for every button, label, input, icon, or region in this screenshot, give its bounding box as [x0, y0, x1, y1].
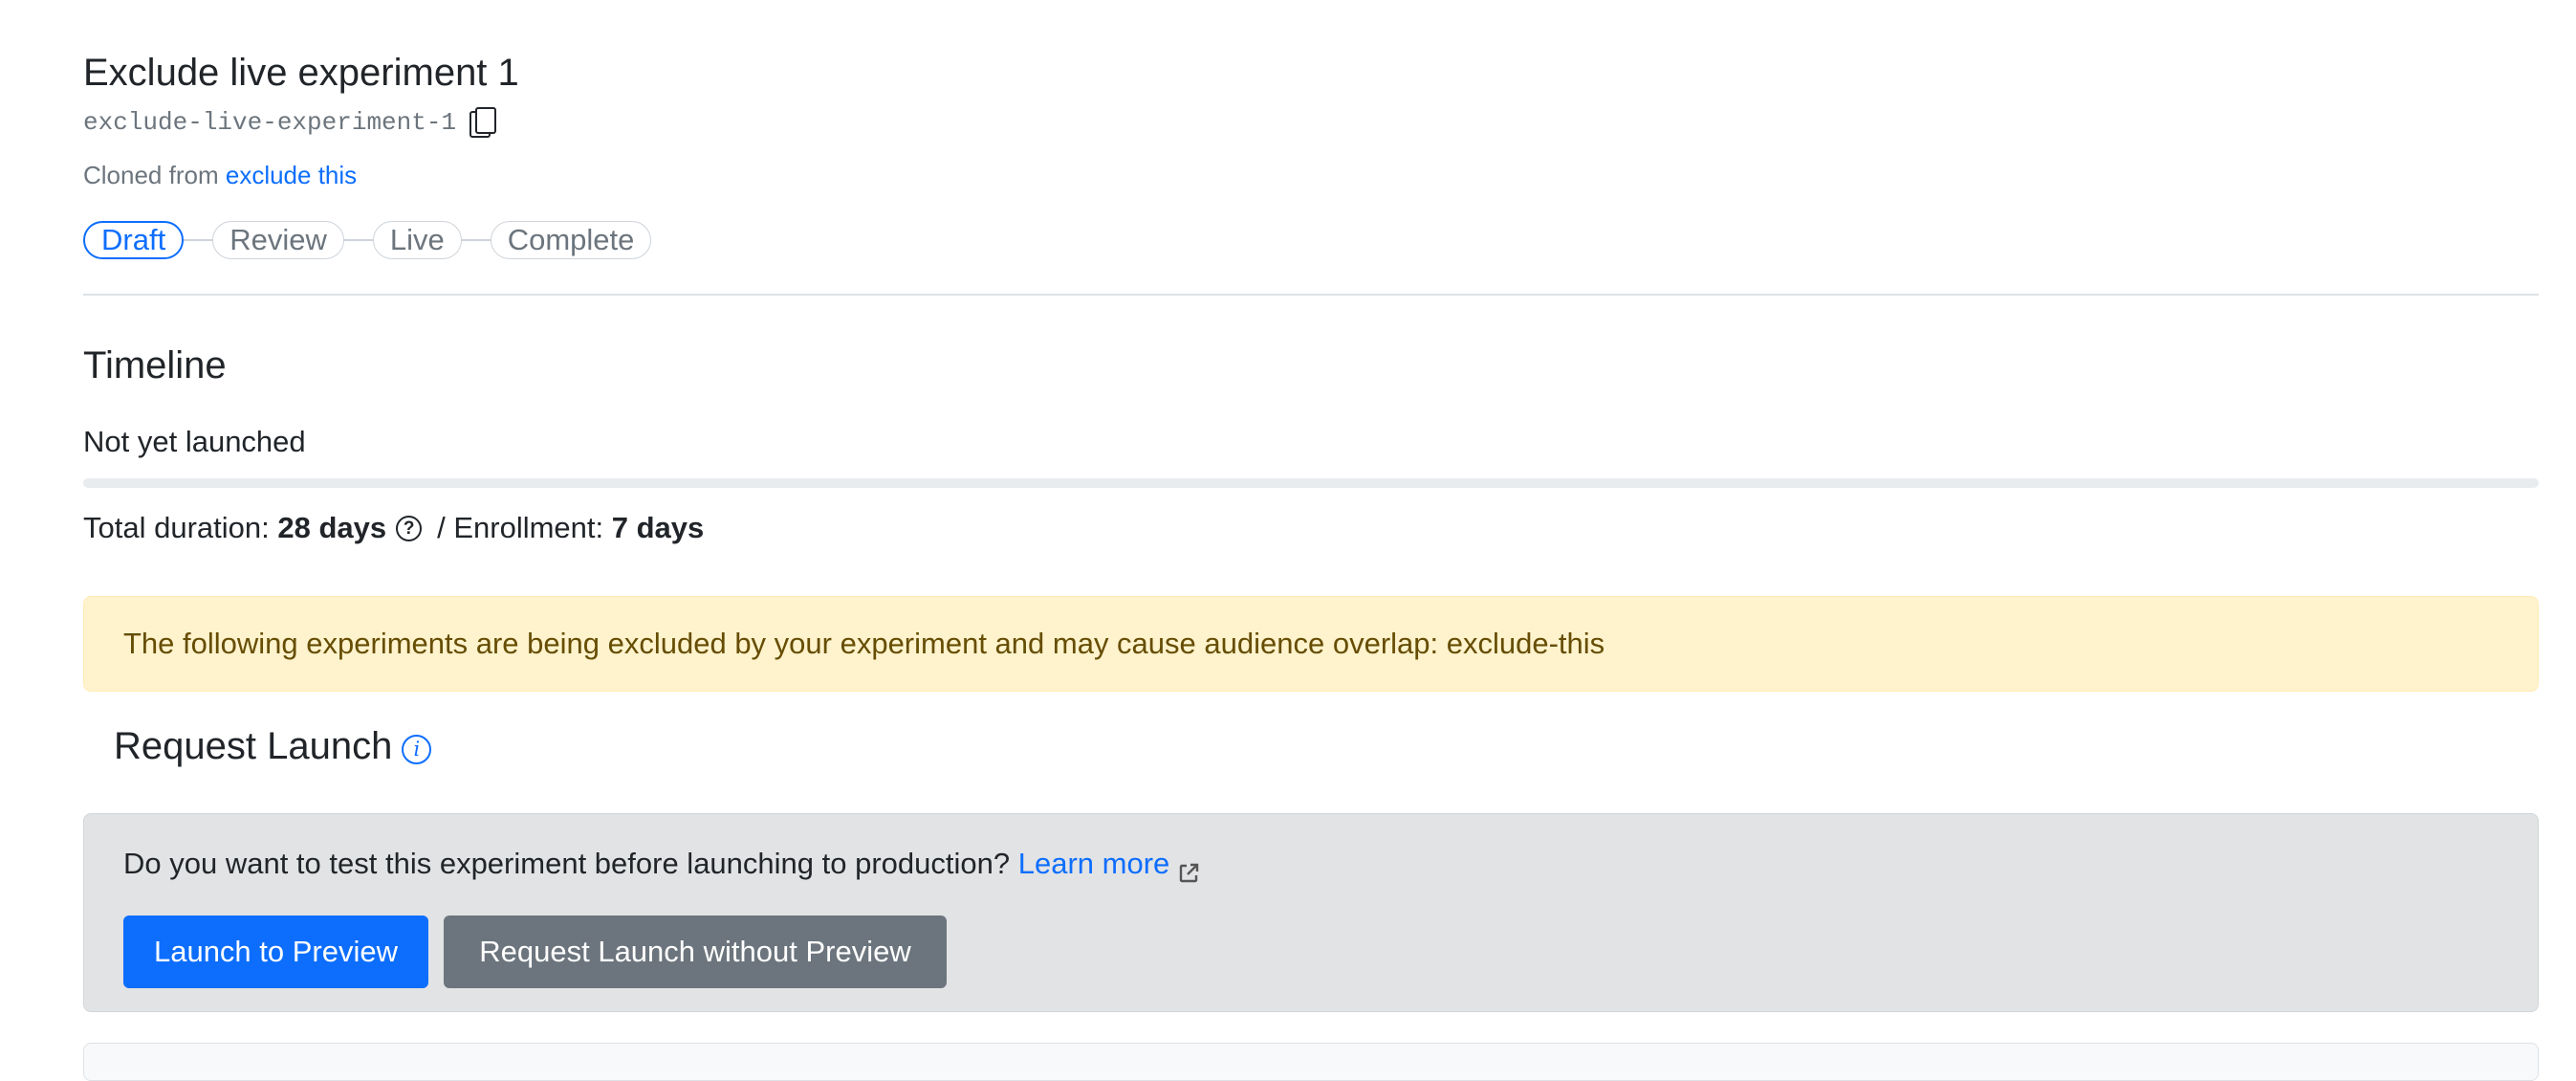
slug-row: exclude-live-experiment-1 — [83, 105, 497, 140]
launch-question-text: Do you want to test this experiment befo… — [123, 847, 1011, 880]
page-title: Exclude live experiment 1 — [83, 52, 519, 94]
experiment-slug: exclude-live-experiment-1 — [83, 108, 457, 137]
duration-summary: Total duration: 28 days ? / Enrollment: … — [83, 507, 704, 549]
learn-more-link[interactable]: Learn more — [1018, 843, 1170, 885]
status-step-review: Review — [212, 221, 344, 259]
timeline-state: Not yet launched — [83, 425, 306, 458]
launch-preview-card: Do you want to test this experiment befo… — [83, 813, 2539, 1012]
status-step-complete: Complete — [490, 221, 652, 259]
copy-icon[interactable] — [469, 107, 497, 138]
launch-question: Do you want to test this experiment befo… — [123, 843, 1200, 885]
external-link-icon[interactable] — [1177, 854, 1200, 883]
launch-to-preview-button[interactable]: Launch to Preview — [123, 916, 428, 988]
timeline-progress-bar — [83, 478, 2539, 488]
status-stepper: Draft Review Live Complete — [83, 219, 652, 261]
timeline-heading: Timeline — [83, 344, 227, 386]
cloned-from-label: Cloned from — [83, 161, 219, 189]
step-connector — [343, 239, 373, 241]
duration-value: 28 days — [277, 511, 387, 544]
next-section-card — [83, 1043, 2539, 1081]
info-circle-icon[interactable]: i — [402, 734, 432, 764]
enrollment-label: / Enrollment: — [437, 511, 604, 544]
request-launch-title: Request Launch — [114, 724, 393, 767]
overlap-warning-text: The following experiments are being excl… — [123, 627, 1605, 660]
status-step-draft: Draft — [83, 221, 185, 259]
step-connector — [184, 239, 213, 241]
question-circle-icon[interactable]: ? — [396, 515, 423, 541]
cloned-from-link[interactable]: exclude this — [226, 161, 357, 189]
step-connector — [461, 239, 491, 241]
overlap-warning-alert: The following experiments are being excl… — [83, 596, 2539, 692]
request-launch-without-preview-button[interactable]: Request Launch without Preview — [444, 916, 947, 988]
enrollment-value: 7 days — [611, 511, 705, 544]
duration-label: Total duration: — [83, 511, 270, 544]
status-step-live: Live — [372, 221, 462, 259]
cloned-from: Cloned from exclude this — [83, 161, 357, 190]
request-launch-heading: Request Launch i — [114, 719, 432, 773]
divider — [83, 294, 2539, 296]
